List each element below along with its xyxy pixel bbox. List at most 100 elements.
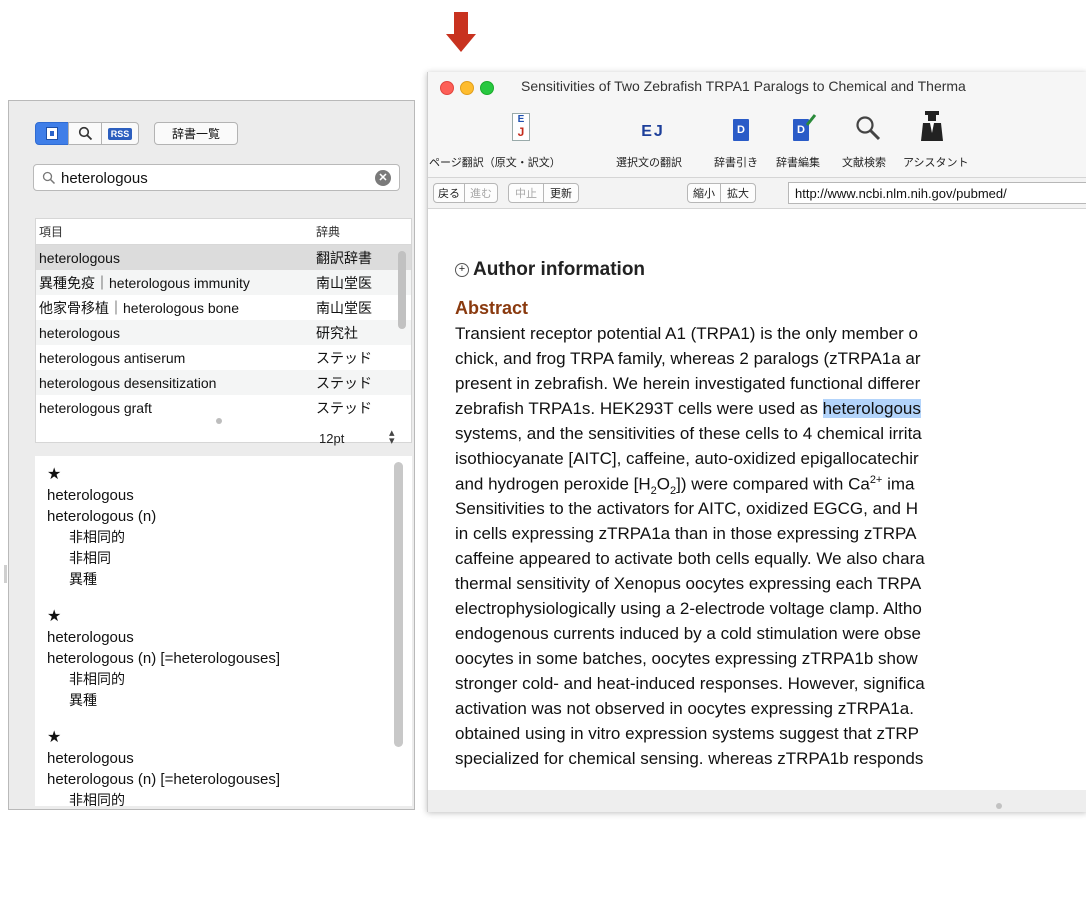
pointer-arrow-icon [446, 34, 476, 52]
table-row[interactable]: 異種免疫｜heterologous immunity 南山堂医 [36, 270, 411, 295]
zoom-out-button[interactable]: 縮小 [687, 183, 721, 203]
line-text: O [656, 474, 670, 494]
line-text: ]) were compared with Ca [676, 474, 870, 494]
dictionary-list-button[interactable]: 辞書一覧 [154, 122, 238, 145]
column-header-dictionary[interactable]: 辞典 [311, 223, 388, 240]
page-translate-button[interactable]: EJ [508, 105, 534, 141]
entry-headword: heterologous [47, 629, 134, 646]
abstract-line: endogenous currents induced by a cold st… [455, 624, 921, 643]
assistant-button[interactable] [915, 105, 949, 141]
star-icon: ★ [47, 608, 62, 625]
entry-part-of-speech: heterologous (n) [47, 508, 157, 525]
abstract-line: chick, and frog TRPA family, whereas 2 p… [455, 349, 921, 368]
minimize-window-button[interactable] [460, 81, 474, 95]
label-dictionary-lookup: 辞書引き [714, 157, 758, 169]
assistant-butler-icon [921, 111, 943, 141]
back-button[interactable]: 戻る [433, 183, 465, 203]
entry-headword: heterologous [47, 750, 134, 767]
dictionary-book-icon: D [733, 119, 749, 141]
definition-scrollbar[interactable] [394, 462, 403, 747]
label-document-search: 文献検索 [842, 157, 886, 169]
book-icon [46, 127, 58, 140]
reload-button[interactable]: 更新 [543, 183, 579, 203]
font-size-value: 12pt [319, 431, 345, 446]
table-row[interactable]: heterologous 翻訳辞書 [36, 245, 411, 270]
label-assistant: アシスタント [903, 157, 969, 169]
highlighted-term[interactable]: heterologous [822, 399, 921, 418]
document-search-button[interactable] [853, 105, 883, 141]
result-term: heterologous desensitization [39, 374, 217, 391]
abstract-line: stronger cold- and heat-induced response… [455, 674, 925, 693]
author-information-heading: Author information [473, 259, 646, 280]
abstract-line: zebrafish TRPA1s. HEK293T cells were use… [455, 399, 921, 419]
abstract-line-text: zebrafish TRPA1s. HEK293T cells were use… [455, 399, 823, 418]
line-text: and hydrogen peroxide [H [455, 474, 651, 494]
table-row[interactable]: heterologous 研究社 [36, 320, 411, 345]
abstract-line: Sensitivities to the activators for AITC… [455, 499, 918, 518]
expand-plus-icon: + [455, 263, 469, 277]
dictionary-edit-button[interactable]: D [792, 105, 818, 141]
entry-sense: 非相同的 [69, 529, 125, 545]
author-information-toggle[interactable]: + Author information [455, 259, 645, 281]
line-text: ima [882, 474, 915, 494]
resize-handle[interactable] [996, 803, 1002, 809]
table-row[interactable]: 他家骨移植｜heterologous bone 南山堂医 [36, 295, 411, 320]
entry-sense: 非相同的 [69, 671, 125, 687]
stop-button[interactable]: 中止 [508, 183, 544, 203]
result-term: heterologous graft [39, 399, 152, 416]
abstract-line: specialized for chemical sensing. wherea… [455, 749, 924, 768]
abstract-line: oocytes in some batches, oocytes express… [455, 649, 918, 668]
abstract-line: isothiocyanate [AITC], caffeine, auto-ox… [455, 449, 919, 468]
rss-mode-button[interactable]: RSS [101, 122, 139, 145]
magnifier-icon [78, 126, 92, 141]
abstract-line: activation was not observed in oocytes e… [455, 699, 914, 718]
dictionary-mode-button[interactable] [35, 122, 69, 145]
forward-button[interactable]: 進む [464, 183, 498, 203]
zoom-window-button[interactable] [480, 81, 494, 95]
column-header-term[interactable]: 項目 [36, 223, 311, 240]
clear-search-icon[interactable]: ✕ [375, 170, 391, 186]
table-row[interactable]: heterologous desensitization ステッド [36, 370, 411, 395]
entry-part-of-speech: heterologous (n) [=heterologouses] [47, 771, 281, 788]
results-header: 項目 辞典 [36, 219, 411, 245]
magnifier-icon [856, 116, 881, 141]
star-icon: ★ [47, 466, 62, 483]
label-page-translate: ページ翻訳（原文・訳文） [429, 157, 561, 169]
label-translate-selection: 選択文の翻訳 [616, 157, 682, 169]
rss-icon: RSS [107, 127, 133, 140]
page-translate-icon-letter: J [517, 125, 525, 139]
search-mode-button[interactable] [68, 122, 102, 145]
entry-part-of-speech: heterologous (n) [=heterologouses] [47, 650, 281, 667]
result-term: heterologous antiserum [39, 349, 186, 366]
result-dictionary: 南山堂医 [316, 299, 372, 316]
dictionary-lookup-button[interactable]: D [728, 105, 754, 141]
zoom-in-button[interactable]: 拡大 [720, 183, 756, 203]
result-dictionary: 翻訳辞書 [316, 249, 372, 266]
results-table: 項目 辞典 heterologous 翻訳辞書 異種免疫｜heterologous… [35, 218, 412, 443]
definition-pane: ★ heterologous heterologous (n) 非相同的 非相同… [35, 456, 412, 806]
entry-headword: heterologous [47, 487, 134, 504]
address-bar[interactable]: http://www.ncbi.nlm.nih.gov/pubmed/ [788, 182, 1086, 204]
star-icon: ★ [47, 729, 62, 746]
pointer-arrow-shaft [454, 12, 468, 36]
table-row[interactable]: heterologous antiserum ステッド [36, 345, 411, 370]
translate-selection-button[interactable]: EJ [633, 105, 673, 141]
abstract-line: obtained using in vitro expression syste… [455, 724, 919, 743]
font-size-stepper-icon[interactable]: ▴ ▾ [389, 428, 395, 447]
ej-icon: EJ [641, 123, 665, 140]
browser-window: Sensitivities of Two Zebrafish TRPA1 Par… [427, 72, 1086, 812]
result-dictionary: ステッド [316, 349, 372, 366]
close-window-button[interactable] [440, 81, 454, 95]
search-input[interactable]: heterologous ✕ [33, 164, 400, 191]
abstract-line: in cells expressing zTRPA1a than in thos… [455, 524, 917, 543]
entry-sense: 異種 [69, 692, 97, 708]
result-term: 他家骨移植｜heterologous bone [39, 299, 239, 316]
abstract-line: and hydrogen peroxide [H2O2]) were compa… [455, 474, 914, 497]
results-scrollbar[interactable] [398, 251, 406, 329]
abstract-line: present in zebrafish. We herein investig… [455, 374, 921, 393]
result-term: 異種免疫｜heterologous immunity [39, 274, 250, 291]
table-row[interactable]: heterologous graft ステッド [36, 395, 411, 420]
split-view-handle[interactable] [216, 418, 222, 424]
panel-resize-grip[interactable] [4, 565, 7, 583]
window-bottom-bar [428, 790, 1086, 812]
